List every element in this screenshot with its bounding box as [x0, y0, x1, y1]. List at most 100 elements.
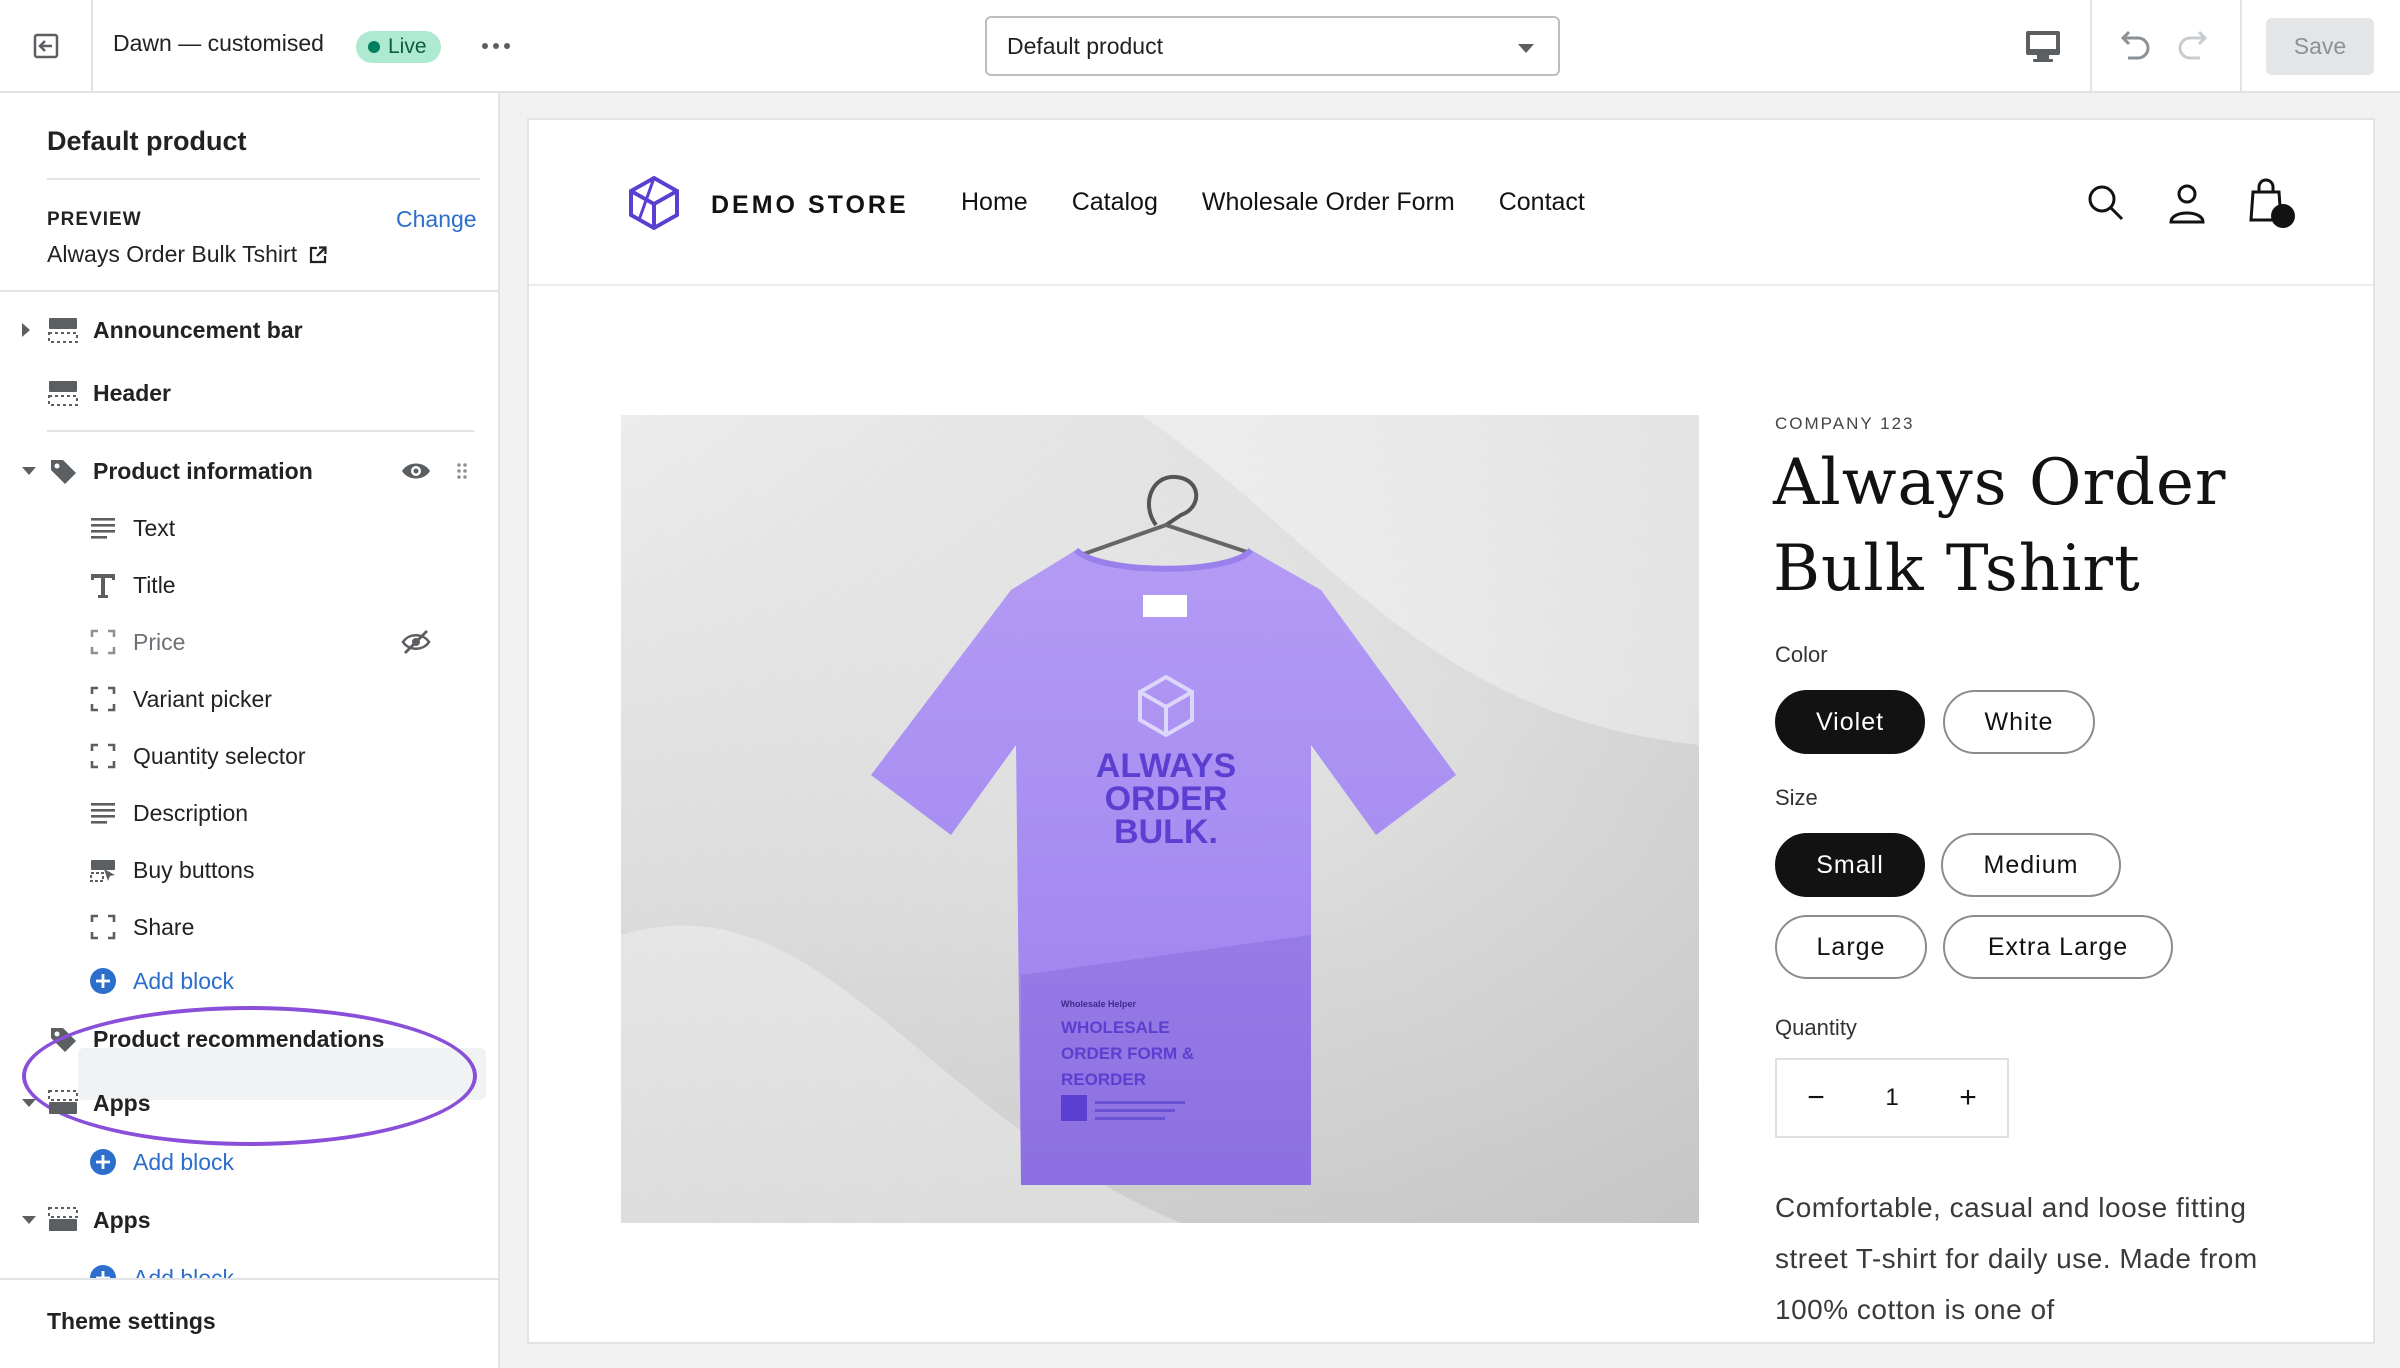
more-actions-button[interactable]	[478, 30, 514, 62]
section-label: Header	[93, 379, 171, 406]
block-label: Quantity selector	[133, 742, 306, 769]
store-logo-text[interactable]: DEMO STORE	[711, 191, 909, 220]
divider	[0, 290, 498, 292]
exit-button[interactable]	[0, 0, 93, 91]
quantity-input[interactable]: 1	[1855, 1084, 1929, 1112]
text-lines-icon	[91, 803, 115, 824]
chevron-down-icon	[22, 1099, 36, 1107]
nav-link-wholesale-order-form[interactable]: Wholesale Order Form	[1202, 188, 1455, 217]
topbar-divider	[2090, 0, 2092, 91]
section-icon	[48, 381, 78, 406]
product-image[interactable]: ALWAYS ORDER BULK. Wholesale Helper WHOL…	[621, 415, 1699, 1223]
editor-topbar: Dawn — customised Live Default product S…	[0, 0, 2400, 93]
sections-sidebar: Default product PREVIEW Change Always Or…	[0, 93, 500, 1368]
desktop-view-icon[interactable]	[2022, 26, 2064, 66]
quantity-increase-button[interactable]: +	[1929, 1058, 2007, 1138]
section-label: Apps	[93, 1089, 151, 1116]
preview-label: PREVIEW	[47, 209, 142, 230]
live-badge-label: Live	[388, 35, 427, 58]
section-apps[interactable]: Apps	[0, 1194, 498, 1246]
size-small-pill[interactable]: Small	[1775, 833, 1925, 897]
save-button[interactable]: Save	[2266, 18, 2374, 75]
dashed-square-icon	[90, 914, 116, 940]
block-buy-buttons[interactable]: Buy buttons	[0, 844, 498, 896]
section-apps[interactable]: Apps	[0, 1077, 498, 1129]
section-icon	[48, 1090, 78, 1114]
store-header: DEMO STORE Home Catalog Wholesale Order …	[529, 120, 2373, 286]
chevron-right-icon	[22, 323, 30, 337]
template-select[interactable]: Default product	[985, 16, 1560, 76]
theme-settings-label: Theme settings	[47, 1308, 216, 1334]
block-label: Price	[133, 628, 186, 655]
block-label: Variant picker	[133, 685, 272, 712]
nav-link-home[interactable]: Home	[961, 188, 1028, 217]
size-extra-large-pill[interactable]: Extra Large	[1943, 915, 2173, 979]
theme-settings-button[interactable]: Theme settings	[0, 1278, 498, 1368]
title-t-icon	[91, 574, 115, 598]
block-label: Share	[133, 913, 195, 940]
section-label: Announcement bar	[93, 316, 303, 343]
theme-name: Dawn — customised	[113, 30, 324, 56]
drag-handle-icon[interactable]	[455, 461, 469, 481]
block-label: Description	[133, 799, 249, 826]
sidebar-title: Default product	[47, 126, 247, 156]
undo-icon[interactable]	[2112, 26, 2156, 66]
add-block-button[interactable]: Add block	[0, 955, 498, 1007]
account-icon[interactable]	[2167, 182, 2207, 224]
color-white-pill[interactable]: White	[1943, 690, 2095, 754]
size-large-pill[interactable]: Large	[1775, 915, 1927, 979]
redo-icon[interactable]	[2172, 26, 2216, 66]
preview-product[interactable]: Always Order Bulk Tshirt	[47, 241, 327, 268]
size-medium-pill[interactable]: Medium	[1941, 833, 2121, 897]
exit-icon	[33, 33, 58, 58]
section-icon	[48, 318, 78, 343]
eye-hidden-icon[interactable]	[400, 628, 432, 656]
dashed-square-icon	[90, 629, 116, 655]
quantity-decrease-button[interactable]: −	[1777, 1058, 1855, 1138]
more-dot-icon	[493, 43, 499, 49]
add-block-button[interactable]: Add block	[0, 1136, 498, 1188]
text-lines-icon	[91, 518, 115, 539]
search-icon[interactable]	[2085, 182, 2125, 222]
store-logo-icon[interactable]	[625, 174, 683, 232]
chevron-down-icon	[1518, 44, 1534, 53]
block-title[interactable]: Title	[0, 559, 498, 611]
section-product-information[interactable]: Product information	[0, 445, 498, 497]
block-text[interactable]: Text	[0, 502, 498, 554]
quantity-stepper: − 1 +	[1775, 1058, 2009, 1138]
change-preview-link[interactable]: Change	[396, 206, 477, 233]
color-option-label: Color	[1775, 642, 1828, 667]
dashed-square-icon	[90, 743, 116, 769]
tag-icon	[51, 460, 76, 484]
store-nav: Home Catalog Wholesale Order Form Contac…	[961, 188, 1585, 217]
tshirt-small-title: REORDER	[1061, 1070, 1146, 1089]
buy-buttons-icon	[90, 860, 115, 882]
tshirt-small-heading: Wholesale Helper	[1061, 999, 1137, 1009]
store-preview: DEMO STORE Home Catalog Wholesale Order …	[527, 118, 2375, 1344]
add-block-label: Add block	[133, 967, 235, 994]
section-header[interactable]: Header	[0, 367, 498, 419]
section-icon	[48, 1207, 78, 1231]
section-announcement-bar[interactable]: Announcement bar	[0, 304, 498, 356]
external-link-icon	[309, 245, 327, 263]
block-variant-picker[interactable]: Variant picker	[0, 673, 498, 725]
more-dot-icon	[482, 43, 488, 49]
eye-icon[interactable]	[400, 457, 432, 485]
block-share[interactable]: Share	[0, 901, 498, 953]
product-title: Always Order Bulk Tshirt	[1773, 446, 2227, 606]
plus-circle-icon	[90, 1149, 116, 1175]
live-badge: Live	[356, 31, 441, 63]
section-label: Apps	[93, 1206, 151, 1233]
tshirt-print-text: BULK.	[1114, 813, 1218, 851]
more-dot-icon	[504, 43, 510, 49]
cart-icon[interactable]	[2245, 176, 2299, 230]
quantity-label: Quantity	[1775, 1015, 1857, 1040]
block-price[interactable]: Price	[0, 616, 498, 668]
nav-link-contact[interactable]: Contact	[1499, 188, 1585, 217]
nav-link-catalog[interactable]: Catalog	[1072, 188, 1158, 217]
block-description[interactable]: Description	[0, 787, 498, 839]
chevron-down-icon	[22, 467, 36, 475]
color-violet-pill[interactable]: Violet	[1775, 690, 1925, 754]
block-quantity-selector[interactable]: Quantity selector	[0, 730, 498, 782]
block-label: Buy buttons	[133, 856, 255, 883]
